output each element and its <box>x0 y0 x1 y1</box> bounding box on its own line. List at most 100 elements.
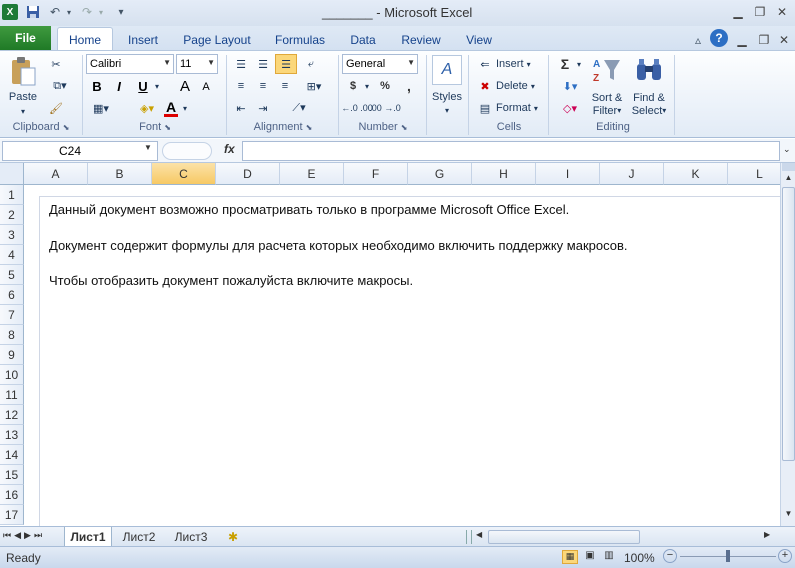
normal-view-icon[interactable]: ▦ <box>562 550 578 564</box>
sheet-tab-2[interactable]: Лист2 <box>114 527 164 547</box>
underline-button[interactable]: U <box>134 77 152 95</box>
chevron-down-icon[interactable]: ▾ <box>662 106 666 115</box>
sheet-nav-icons[interactable]: ⏮◀▶⏭ <box>3 530 45 541</box>
format-painter-icon[interactable]: 🖌 <box>46 99 66 117</box>
tab-file[interactable]: File <box>0 26 51 50</box>
font-size-combo[interactable]: 11 ▼ <box>176 54 218 74</box>
binoculars-icon[interactable] <box>632 55 666 85</box>
zoom-level[interactable]: 100% <box>624 551 655 565</box>
bold-button[interactable]: B <box>88 77 106 95</box>
sort-filter-label-1[interactable]: Sort & <box>586 91 628 104</box>
row-header-3[interactable]: 3 <box>0 225 24 245</box>
undo-dropdown-icon[interactable]: ▾ <box>60 3 78 21</box>
column-header-j[interactable]: J <box>600 163 664 185</box>
formula-bar-splitter[interactable] <box>162 142 212 160</box>
name-box-dropdown-icon[interactable]: ▼ <box>144 143 152 152</box>
split-box[interactable] <box>782 163 795 171</box>
grow-font-button[interactable]: A <box>176 77 194 95</box>
comma-button[interactable]: , <box>400 77 418 95</box>
italic-button[interactable]: I <box>110 77 128 95</box>
clipboard-launcher-icon[interactable]: ⬊ <box>63 123 70 132</box>
save-icon[interactable] <box>24 3 42 21</box>
row-header-9[interactable]: 9 <box>0 345 24 365</box>
insert-function-button[interactable]: fx <box>224 142 235 156</box>
row-header-10[interactable]: 10 <box>0 365 24 385</box>
tab-formulas[interactable]: Formulas <box>268 30 332 50</box>
vertical-scroll-thumb[interactable] <box>782 187 795 461</box>
redo-dropdown-icon[interactable]: ▾ <box>92 3 110 21</box>
row-header-16[interactable]: 16 <box>0 485 24 505</box>
insert-worksheet-icon[interactable]: ✱ <box>222 527 244 547</box>
tab-view[interactable]: View <box>458 30 500 50</box>
font-launcher-icon[interactable]: ⬊ <box>164 123 171 132</box>
align-bottom-icon[interactable]: ☰ <box>275 54 297 74</box>
align-left-icon[interactable]: ≡ <box>232 77 250 95</box>
increase-decimal-button[interactable]: ←.0 .00 <box>341 99 373 117</box>
shrink-font-button[interactable]: A <box>198 79 214 95</box>
insert-cells-icon[interactable]: ⇐ <box>476 55 494 73</box>
currency-dropdown-icon[interactable]: ▾ <box>362 77 372 95</box>
minimize-ribbon-icon[interactable]: ▵ <box>690 30 706 50</box>
decrease-indent-icon[interactable]: ⇤ <box>232 99 250 117</box>
row-header-17[interactable]: 17 <box>0 505 24 525</box>
column-header-c[interactable]: C <box>152 163 216 185</box>
column-header-d[interactable]: D <box>216 163 280 185</box>
underline-dropdown-icon[interactable]: ▾ <box>152 77 162 95</box>
row-header-6[interactable]: 6 <box>0 285 24 305</box>
autosum-button[interactable]: Σ <box>556 55 574 73</box>
format-cells-button[interactable]: Format ▾ <box>496 99 542 117</box>
autosum-dropdown-icon[interactable]: ▾ <box>574 55 584 73</box>
decrease-decimal-button[interactable]: .00 →.0 <box>369 99 401 117</box>
row-header-5[interactable]: 5 <box>0 265 24 285</box>
worksheet-grid[interactable]: A B C D E F G H I J K L 1 2 3 4 5 6 7 8 … <box>0 163 780 526</box>
workbook-restore-icon[interactable]: ❐ <box>756 30 772 50</box>
currency-button[interactable]: $ <box>344 77 362 95</box>
column-header-k[interactable]: K <box>664 163 728 185</box>
paste-dropdown-icon[interactable]: ▾ <box>14 106 32 116</box>
styles-dropdown-icon[interactable]: ▾ <box>438 105 456 115</box>
page-break-view-icon[interactable]: ▥ <box>601 550 617 564</box>
number-launcher-icon[interactable]: ⬊ <box>401 123 408 132</box>
find-select-label-2[interactable]: Select ▾ <box>628 104 670 117</box>
row-header-12[interactable]: 12 <box>0 405 24 425</box>
format-cells-icon[interactable]: ▤ <box>476 99 494 117</box>
paste-icon[interactable] <box>6 55 40 87</box>
column-header-f[interactable]: F <box>344 163 408 185</box>
chevron-down-icon[interactable]: ▾ <box>617 106 621 115</box>
formula-input[interactable] <box>242 141 780 161</box>
row-header-1[interactable]: 1 <box>0 185 24 205</box>
styles-icon[interactable]: A <box>432 55 462 85</box>
number-format-combo[interactable]: General ▼ <box>342 54 418 74</box>
help-icon[interactable]: ? <box>710 29 728 47</box>
scroll-right-icon[interactable]: ▶ <box>764 530 770 539</box>
copy-icon[interactable]: ⧉▾ <box>46 77 74 95</box>
chevron-down-icon[interactable]: ▾ <box>531 82 535 91</box>
row-header-15[interactable]: 15 <box>0 465 24 485</box>
sort-filter-label-2[interactable]: Filter ▾ <box>586 104 628 117</box>
tab-data[interactable]: Data <box>342 30 384 50</box>
row-header-2[interactable]: 2 <box>0 205 24 225</box>
column-header-i[interactable]: I <box>536 163 600 185</box>
paste-button[interactable]: Paste <box>4 89 42 105</box>
row-header-13[interactable]: 13 <box>0 425 24 445</box>
tab-split-handle[interactable] <box>466 530 472 544</box>
row-header-8[interactable]: 8 <box>0 325 24 345</box>
row-header-14[interactable]: 14 <box>0 445 24 465</box>
minimize-icon[interactable]: ▁ <box>728 3 748 21</box>
wrap-text-icon[interactable]: ⤶ <box>302 55 320 73</box>
cut-icon[interactable]: ✂ <box>46 55 66 73</box>
sheet-tab-1[interactable]: Лист1 <box>64 527 112 547</box>
column-header-e[interactable]: E <box>280 163 344 185</box>
sort-filter-icon[interactable]: AZ <box>590 55 624 85</box>
tab-insert[interactable]: Insert <box>120 30 166 50</box>
workbook-minimize-icon[interactable]: ▁ <box>734 30 750 50</box>
scroll-up-icon[interactable]: ▲ <box>782 173 795 186</box>
chevron-down-icon[interactable]: ▼ <box>407 58 415 67</box>
align-top-icon[interactable]: ☰ <box>232 55 250 73</box>
chevron-down-icon[interactable]: ▾ <box>527 60 531 69</box>
column-header-a[interactable]: A <box>24 163 88 185</box>
select-all-corner[interactable] <box>0 163 24 185</box>
merge-center-icon[interactable]: ⊞▾ <box>300 77 328 95</box>
column-header-b[interactable]: B <box>88 163 152 185</box>
font-name-combo[interactable]: Calibri ▼ <box>86 54 174 74</box>
